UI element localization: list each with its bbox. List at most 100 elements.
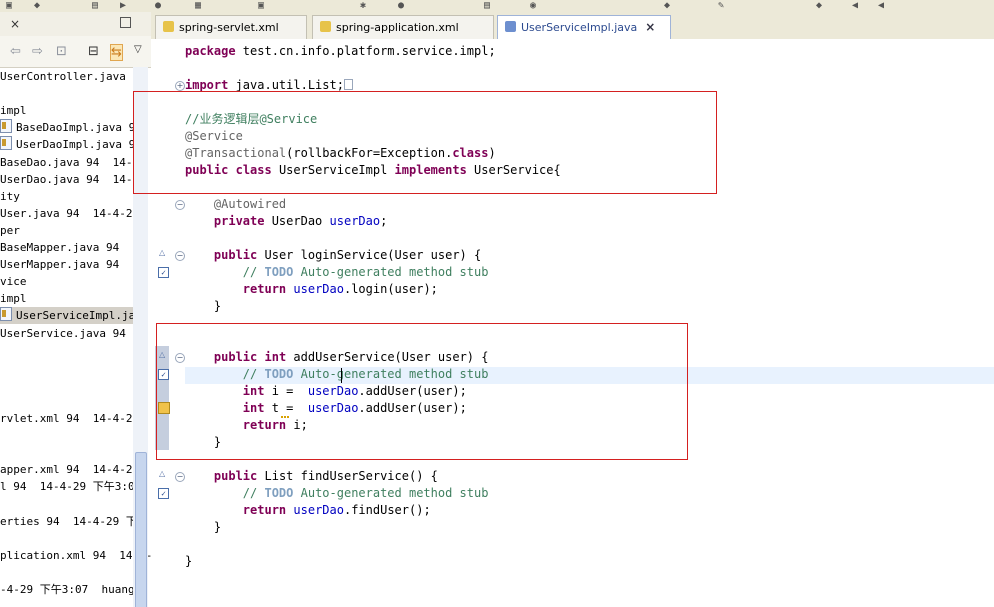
tree-item[interactable]	[0, 427, 135, 444]
task-checkbox-icon[interactable]: ✓	[158, 488, 169, 499]
tree-item[interactable]: BaseDao.java 94 14-4-	[0, 154, 146, 171]
close-icon[interactable]: ×	[645, 20, 655, 34]
toolbar-icon[interactable]: ✎	[718, 0, 724, 11]
tree-item[interactable]	[0, 85, 135, 102]
tree-item-label: -4-29 下午3:07 huangj	[0, 583, 142, 596]
code-line-login-close: }	[213, 299, 222, 313]
toolbar-icon[interactable]: ◆	[664, 0, 670, 11]
code-line-field: private UserDao userDao;	[213, 214, 388, 228]
link-editor-icon[interactable]: ⇆	[110, 44, 123, 61]
tree-item[interactable]: l 94 14-4-29 下午3:07	[0, 478, 141, 495]
forward-arrow-icon[interactable]: ⇨	[32, 44, 43, 59]
java-file-icon	[0, 119, 12, 134]
expand-fold-icon[interactable]: +	[175, 81, 185, 91]
minimize-icon[interactable]	[120, 17, 131, 28]
toolbar-icon[interactable]: ●	[398, 0, 404, 11]
toolbar-icon[interactable]: ▦	[195, 0, 201, 11]
tree-item[interactable]: UserMapper.java 94 14	[0, 256, 146, 273]
tree-item[interactable]: per	[0, 222, 135, 239]
collapse-fold-icon[interactable]: −	[175, 472, 185, 482]
toolbar-icon[interactable]: ▶	[120, 0, 126, 11]
code-line-class-close: }	[185, 554, 193, 568]
tree-item[interactable]: ity	[0, 188, 135, 205]
toolbar-icon[interactable]: ●	[155, 0, 161, 11]
tree-item[interactable]	[0, 393, 135, 410]
tree-item[interactable]: plication.xml 94 14-4-	[0, 547, 151, 564]
tree-item-label: impl	[0, 104, 27, 118]
java-file-icon	[505, 21, 516, 32]
toolbar-icon[interactable]: ▣	[6, 0, 12, 11]
code-line-autowired: @Autowired	[213, 197, 287, 211]
tree-item[interactable]: UserServiceImpl.jav	[0, 307, 142, 325]
tree-item[interactable]: UserService.java 94 1	[0, 325, 146, 342]
annotation-box-class-header	[133, 91, 717, 194]
toolbar-icon[interactable]: ▤	[484, 0, 490, 11]
toolbar-icon[interactable]: ◆	[34, 0, 40, 11]
tree-item[interactable]: apper.xml 94 14-4-29	[0, 461, 139, 478]
tree-item-label: UserService.java 94 1	[0, 326, 146, 340]
toolbar-icon[interactable]: ◆	[816, 0, 822, 11]
tree-item-label: plication.xml 94 14-4-	[0, 548, 152, 562]
tree-item[interactable]: BaseDaoImpl.java 94	[0, 119, 142, 136]
tab-label: spring-servlet.xml	[179, 21, 279, 34]
override-triangle-icon[interactable]: △	[159, 469, 165, 478]
tree-item-label: UserController.java 94	[0, 70, 146, 83]
xml-file-icon	[163, 21, 174, 32]
tree-item[interactable]: BaseMapper.java 94 14	[0, 239, 146, 256]
collapsed-imports-icon[interactable]	[343, 79, 353, 90]
tree-item[interactable]	[0, 342, 135, 359]
collapse-fold-icon[interactable]: −	[175, 200, 185, 210]
toolbar-icon[interactable]: ◀	[852, 0, 858, 11]
toolbar-icon[interactable]: ▤	[92, 0, 98, 11]
tree-item[interactable]	[0, 376, 135, 393]
tree-item[interactable]	[0, 564, 135, 581]
tree-item-label: rvlet.xml 94 14-4-29	[0, 412, 146, 425]
tree-item[interactable]: User.java 94 14-4-29	[0, 205, 139, 222]
tab-spring-servlet[interactable]: spring-servlet.xml	[155, 15, 307, 39]
tree-item[interactable]: impl	[0, 102, 135, 119]
collapse-all-icon[interactable]: ⊟	[88, 44, 99, 59]
java-file-icon	[0, 307, 12, 322]
tree-item-label: User.java 94 14-4-29	[0, 206, 140, 220]
tab-user-service-impl[interactable]: UserServiceImpl.java ×	[497, 15, 671, 39]
tree-item[interactable]: vice	[0, 273, 135, 290]
toolbar-icon[interactable]: ◀	[878, 0, 884, 11]
toolbar-icon[interactable]: ▣	[258, 0, 264, 11]
tree-scrollbar-thumb[interactable]	[135, 452, 147, 607]
package-explorer-nav: ⇦ ⇨ ⊡ ⊟ ⇆ ▽	[0, 36, 151, 68]
tree-item[interactable]	[0, 496, 135, 513]
tree-item[interactable]: rvlet.xml 94 14-4-29	[0, 410, 139, 427]
xml-file-icon	[320, 21, 331, 32]
tree-item-label: vice	[0, 275, 27, 289]
view-menu-icon[interactable]: ▽	[134, 44, 142, 55]
override-triangle-icon[interactable]: △	[159, 248, 165, 257]
tree-item[interactable]: UserDao.java 94 14-4-	[0, 171, 146, 188]
tree-item[interactable]	[0, 359, 135, 376]
tab-label: spring-application.xml	[336, 21, 459, 34]
package-explorer: × ⇦ ⇨ ⊡ ⊟ ⇆ ▽ UserController.java 94 impl…	[0, 12, 152, 607]
tree-item[interactable]	[0, 444, 135, 461]
tree-item-label: l 94 14-4-29 下午3:07	[0, 480, 142, 494]
code-line-package: package test.cn.info.platform.service.im…	[185, 44, 496, 58]
tree-item[interactable]: erties 94 14-4-29 下午	[0, 513, 148, 530]
toolbar-icon[interactable]: ◉	[530, 0, 536, 11]
tree-item-label: BaseDaoImpl.java 94	[16, 121, 142, 135]
up-icon[interactable]: ⊡	[56, 44, 67, 59]
tab-spring-application[interactable]: spring-application.xml	[312, 15, 494, 39]
tree-item-label: apper.xml 94 14-4-29	[0, 463, 140, 477]
tree-item-label: UserMapper.java 94 14	[0, 258, 146, 272]
collapse-fold-icon[interactable]: −	[175, 251, 185, 261]
tree-item[interactable]	[0, 530, 135, 547]
editor-tab-bar: spring-servlet.xml spring-application.xm…	[151, 12, 994, 40]
task-checkbox-icon[interactable]: ✓	[158, 267, 169, 278]
tree-item[interactable]: impl	[0, 290, 135, 307]
tree-item[interactable]: -4-29 下午3:07 huangj	[0, 581, 141, 598]
tree-item-label: impl	[0, 292, 27, 306]
tree-item[interactable]: UserController.java 94	[0, 68, 146, 85]
toolbar-icon[interactable]: ✱	[360, 0, 366, 11]
code-line-finduser-return: return userDao.findUser();	[242, 503, 431, 517]
tree-item[interactable]: UserDaoImpl.java 94	[0, 136, 142, 153]
code-line-finduser-todo: // TODO Auto-generated method stub	[242, 486, 489, 500]
back-arrow-icon[interactable]: ⇦	[10, 44, 21, 59]
close-icon[interactable]: ×	[10, 17, 20, 31]
